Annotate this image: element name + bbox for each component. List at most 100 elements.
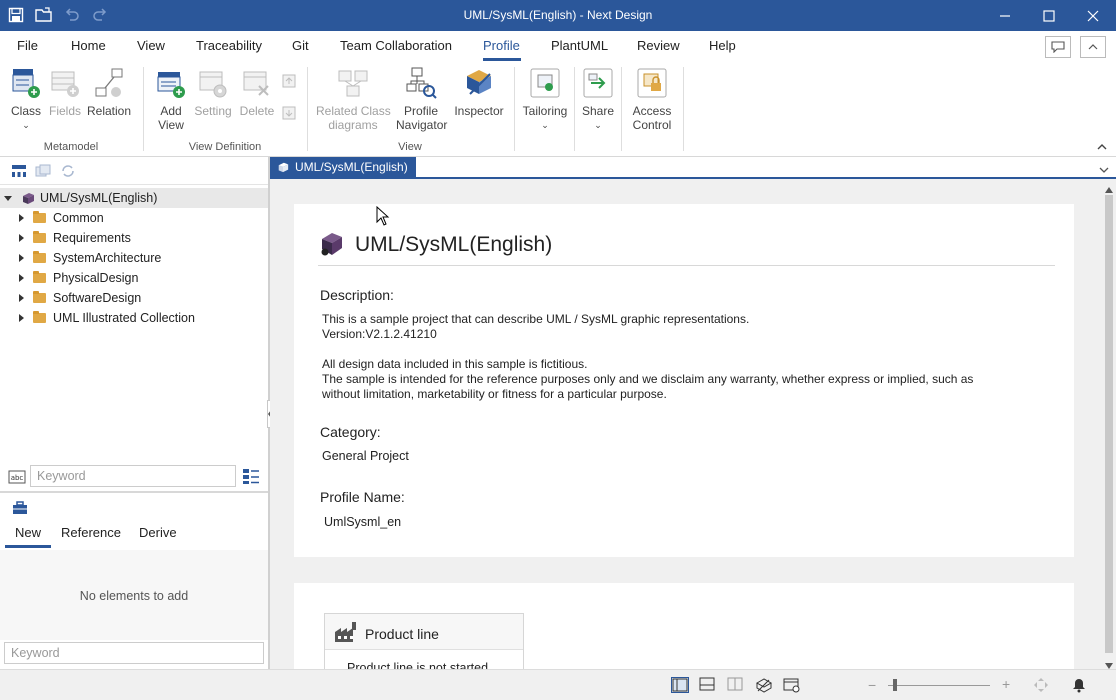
ribbon: Class ⌄ Fields Relation Metamodel Add Vi… xyxy=(0,61,1116,157)
folder-icon xyxy=(33,211,46,223)
zoom-in-icon[interactable]: + xyxy=(1002,677,1010,691)
product-line-status: Product line is not started xyxy=(347,661,489,669)
status-bar: − + xyxy=(0,669,1116,700)
document-tab-label: UML/SysML(English) xyxy=(295,160,408,174)
tree-search-input[interactable]: Keyword xyxy=(30,465,236,487)
zoom-slider-thumb[interactable] xyxy=(893,679,897,691)
menu-bar: File Home View Traceability Git Team Col… xyxy=(0,31,1116,61)
elements-search-input[interactable]: Keyword xyxy=(4,642,264,664)
related-class-diagrams-button[interactable]: Related Class diagrams xyxy=(316,66,391,132)
menu-team-collaboration[interactable]: Team Collaboration xyxy=(340,38,452,53)
tree-item-label: UML Illustrated Collection xyxy=(53,311,195,325)
minimize-button[interactable] xyxy=(983,0,1027,31)
ribbon-separator xyxy=(574,67,575,151)
inspector-button[interactable]: Inspector xyxy=(452,66,506,118)
ribbon-separator xyxy=(307,67,308,151)
menu-git[interactable]: Git xyxy=(292,38,309,53)
access-control-label-2: Control xyxy=(632,118,672,132)
view-settings-icon[interactable] xyxy=(783,677,801,693)
fields-icon xyxy=(51,71,79,97)
document-scrollbar[interactable] xyxy=(1102,179,1116,669)
profile-navigator-button[interactable]: Profile Navigator xyxy=(396,66,447,132)
menu-home[interactable]: Home xyxy=(71,38,106,53)
menu-profile[interactable]: Profile xyxy=(483,38,520,53)
close-button[interactable] xyxy=(1071,0,1115,31)
product-line-box[interactable]: Product line Product line is not started xyxy=(324,613,524,669)
maximize-button[interactable] xyxy=(1027,0,1071,31)
tree-item-systemarchitecture[interactable]: SystemArchitecture xyxy=(0,248,268,268)
collapse-ribbon-button[interactable] xyxy=(1080,36,1106,58)
description-label: Description: xyxy=(320,287,394,303)
expand-arrow-icon[interactable] xyxy=(19,274,24,282)
class-icon xyxy=(12,69,40,98)
tab-derive[interactable]: Derive xyxy=(139,525,177,540)
menu-view[interactable]: View xyxy=(137,38,165,53)
inspector-toggle-icon[interactable] xyxy=(755,677,773,693)
menu-traceability[interactable]: Traceability xyxy=(196,38,262,53)
tree-item-uml-illustrated-collection[interactable]: UML Illustrated Collection xyxy=(0,308,268,328)
expand-arrow-icon[interactable] xyxy=(19,234,24,242)
notification-bell-icon[interactable] xyxy=(1071,677,1089,693)
menu-review[interactable]: Review xyxy=(637,38,680,53)
tree-item-common[interactable]: Common xyxy=(0,208,268,228)
filter-abc-icon[interactable]: abc xyxy=(6,467,28,487)
add-view-button[interactable]: Add View xyxy=(151,66,191,132)
tab-reference[interactable]: Reference xyxy=(61,525,121,540)
tab-list-chevron-icon[interactable] xyxy=(1099,163,1109,177)
zoom-slider-track[interactable] xyxy=(888,685,990,686)
layout-sidebar-icon[interactable] xyxy=(671,677,689,693)
layout-vertical-icon[interactable] xyxy=(727,677,745,693)
expand-arrow-icon[interactable] xyxy=(19,294,24,302)
document-tab[interactable]: UML/SysML(English) xyxy=(270,157,416,177)
fit-to-window-icon[interactable] xyxy=(1033,677,1051,693)
tailoring-button[interactable]: Tailoring ⌄ xyxy=(520,66,570,132)
move-up-view-button[interactable] xyxy=(280,73,300,94)
move-down-view-button[interactable] xyxy=(280,105,300,126)
class-button[interactable]: Class ⌄ xyxy=(6,66,46,132)
access-control-label-1: Access xyxy=(632,104,672,118)
undo-icon[interactable] xyxy=(61,5,83,25)
setting-button[interactable]: Setting xyxy=(193,66,233,118)
scroll-thumb[interactable] xyxy=(1105,195,1113,653)
layout-horizontal-icon[interactable] xyxy=(699,677,717,693)
access-control-button[interactable]: Access Control xyxy=(626,66,678,132)
copy-model-icon[interactable] xyxy=(35,164,51,181)
menu-file[interactable]: File xyxy=(17,38,38,53)
ribbon-separator xyxy=(683,67,684,151)
scroll-up-icon[interactable] xyxy=(1105,182,1113,196)
ribbon-collapse-chevron-icon[interactable] xyxy=(1096,141,1110,155)
document-area: UML/SysML(English) Description: This is … xyxy=(270,179,1102,669)
open-project-icon[interactable] xyxy=(33,5,55,25)
share-dropdown-icon[interactable]: ⌄ xyxy=(578,118,618,132)
relation-button[interactable]: Relation xyxy=(86,66,132,118)
tree-item-physicaldesign[interactable]: PhysicalDesign xyxy=(0,268,268,288)
tab-new[interactable]: New xyxy=(15,525,41,540)
expand-arrow-icon[interactable] xyxy=(19,214,24,222)
tree-root[interactable]: UML/SysML(English) xyxy=(0,188,268,208)
sync-icon[interactable] xyxy=(60,164,76,181)
related-class-diagrams-icon xyxy=(338,70,368,97)
tree-item-softwaredesign[interactable]: SoftwareDesign xyxy=(0,288,268,308)
menu-help[interactable]: Help xyxy=(709,38,736,53)
add-view-icon xyxy=(157,72,185,98)
expand-arrow-icon[interactable] xyxy=(19,314,24,322)
redo-icon[interactable] xyxy=(89,5,111,25)
save-icon[interactable] xyxy=(5,5,27,25)
profile-navigator-icon xyxy=(406,67,437,99)
tree-layout-icon[interactable] xyxy=(11,164,27,181)
collapse-arrow-icon[interactable] xyxy=(4,195,12,201)
delete-button[interactable]: Delete xyxy=(237,66,277,118)
tailoring-dropdown-icon[interactable]: ⌄ xyxy=(520,118,570,132)
product-line-title: Product line xyxy=(365,626,439,642)
tree-item-requirements[interactable]: Requirements xyxy=(0,228,268,248)
comment-button[interactable] xyxy=(1045,36,1071,58)
expand-arrow-icon[interactable] xyxy=(19,254,24,262)
menu-plantuml[interactable]: PlantUML xyxy=(551,38,608,53)
filter-options-icon[interactable] xyxy=(242,467,260,488)
share-button[interactable]: Share ⌄ xyxy=(578,66,618,132)
zoom-out-icon[interactable]: − xyxy=(868,678,876,692)
mouse-cursor-icon xyxy=(376,206,390,226)
class-dropdown-icon[interactable]: ⌄ xyxy=(6,118,46,132)
folder-icon xyxy=(33,231,46,243)
fields-button[interactable]: Fields xyxy=(46,66,84,118)
